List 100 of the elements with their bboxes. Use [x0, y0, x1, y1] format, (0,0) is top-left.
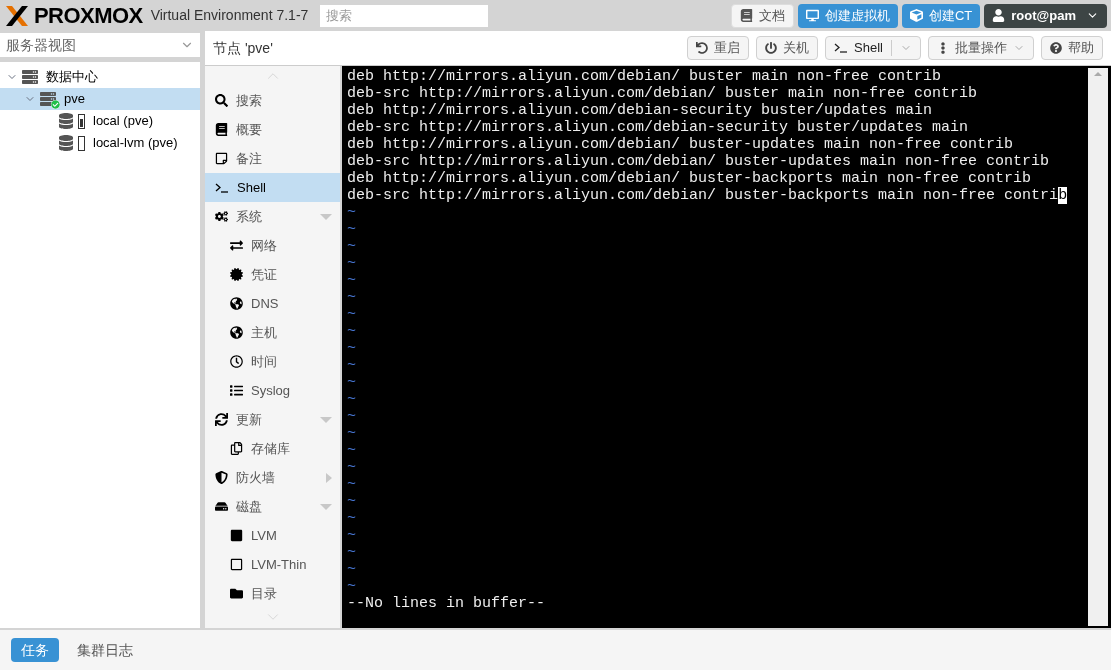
terminal-line: deb http://mirrors.aliyun.com/debian/ buster-backports main non-free contrib: [347, 170, 1032, 187]
tree-label: 数据中心: [46, 68, 98, 87]
copy-icon: [230, 442, 243, 455]
monitor-icon: [805, 9, 819, 22]
toolbar-button[interactable]: 帮助: [1041, 36, 1103, 60]
empty-line-marker: ~: [347, 306, 356, 323]
terminal-line: deb http://mirrors.aliyun.com/debian/ buster-updates main non-free contrib: [347, 136, 1014, 153]
user-menu-button[interactable]: root@pam: [984, 3, 1107, 28]
nav-item[interactable]: 系统: [205, 202, 340, 231]
user-icon: [992, 9, 1006, 22]
nav-item[interactable]: Syslog: [205, 376, 340, 405]
nav-item[interactable]: 时间: [205, 347, 340, 376]
tree-label: local-lvm (pve): [93, 134, 178, 153]
nav-item[interactable]: 备注: [205, 144, 340, 173]
empty-line-marker: ~: [347, 425, 356, 442]
empty-line-marker: ~: [347, 391, 356, 408]
certificate-icon: [230, 268, 243, 281]
drive-icon: [215, 500, 228, 513]
empty-line-marker: ~: [347, 408, 356, 425]
server-icon: [22, 69, 38, 85]
book-icon: [215, 123, 228, 136]
expand-arrow-icon[interactable]: [320, 503, 332, 510]
terminal-line: deb-src http://mirrors.aliyun.com/debian/ buster main non-free contrib: [347, 85, 978, 102]
database-icon: [58, 113, 74, 129]
terminal-icon: [215, 182, 229, 193]
terminal-line: deb-src http://mirrors.aliyun.com/debian-security buster/updates main: [347, 119, 969, 136]
tree-item[interactable]: local (pve): [0, 110, 200, 132]
nav-item[interactable]: 网络: [205, 231, 340, 260]
expand-arrow-icon[interactable]: [320, 416, 332, 423]
empty-line-marker: ~: [347, 255, 356, 272]
tree-label: pve: [64, 90, 85, 109]
empty-line-marker: ~: [347, 221, 356, 238]
tree-label: local (pve): [93, 112, 153, 131]
empty-line-marker: ~: [347, 561, 356, 578]
scrollbar[interactable]: [1088, 68, 1108, 626]
empty-line-marker: ~: [347, 289, 356, 306]
tree-item[interactable]: local-lvm (pve): [0, 132, 200, 154]
empty-line-marker: ~: [347, 323, 356, 340]
gears-icon: [215, 210, 228, 223]
nav-item[interactable]: 目录: [205, 579, 340, 608]
globe-icon: [230, 297, 243, 310]
tree-item[interactable]: 数据中心: [0, 66, 200, 88]
tree-item[interactable]: pve: [0, 88, 200, 110]
nav-item[interactable]: 更新: [205, 405, 340, 434]
nav-item[interactable]: LVM: [205, 521, 340, 550]
storage-bar-icon: [78, 113, 85, 129]
empty-line-marker: ~: [347, 374, 356, 391]
clock-icon: [230, 355, 243, 368]
empty-line-marker: ~: [347, 442, 356, 459]
toolbar-button[interactable]: Shell: [825, 36, 921, 60]
expand-arrow-icon[interactable]: [326, 472, 332, 483]
nav-item[interactable]: 主机: [205, 318, 340, 347]
power-icon: [765, 42, 778, 54]
panel-title: 节点 'pve': [213, 38, 274, 58]
product-version: Virtual Environment 7.1-7: [150, 6, 309, 25]
help-icon: [1050, 42, 1062, 54]
footer-tab[interactable]: 集群日志: [67, 638, 143, 662]
nav-item[interactable]: 防火墙: [205, 463, 340, 492]
book-icon: [739, 9, 753, 22]
database-icon: [58, 135, 74, 151]
logo-icon: [4, 3, 30, 28]
empty-line-marker: ~: [347, 544, 356, 561]
expand-arrow-icon[interactable]: [320, 213, 332, 220]
undo-icon: [696, 42, 709, 54]
toolbar-button[interactable]: 重启: [687, 36, 750, 60]
nav-item[interactable]: DNS: [205, 289, 340, 318]
terminal[interactable]: [342, 66, 1111, 628]
empty-line-marker: ~: [347, 272, 356, 289]
search-field[interactable]: 搜索: [320, 4, 489, 27]
terminal-status: --No lines in buffer--: [347, 595, 546, 612]
terminal-line: deb http://mirrors.aliyun.com/debian/ buster main non-free contrib: [347, 68, 942, 85]
refresh-icon: [215, 413, 228, 426]
view-select[interactable]: 服务器视图: [0, 33, 200, 57]
arrows-icon: [230, 239, 243, 252]
shield-icon: [215, 471, 228, 484]
empty-line-marker: ~: [347, 459, 356, 476]
nav-item[interactable]: 存储库: [205, 434, 340, 463]
nav-item[interactable]: 搜索: [205, 86, 340, 115]
nav-item[interactable]: 凭证: [205, 260, 340, 289]
terminal-line: deb-src http://mirrors.aliyun.com/debian/ buster-updates main non-free contrib: [347, 153, 1050, 170]
nav-item[interactable]: 概要: [205, 115, 340, 144]
nav-item[interactable]: 磁盘: [205, 492, 340, 521]
nav-item[interactable]: Shell: [205, 173, 340, 202]
search-icon: [215, 94, 228, 107]
empty-line-marker: ~: [347, 204, 356, 221]
note-icon: [215, 152, 228, 165]
empty-line-marker: ~: [347, 510, 356, 527]
terminal-icon: [834, 43, 849, 53]
empty-line-marker: ~: [347, 527, 356, 544]
empty-line-marker: ~: [347, 493, 356, 510]
square-outline-icon: [230, 558, 243, 571]
header-button[interactable]: 文档: [730, 3, 794, 28]
logo-text: PROXMOX: [34, 4, 143, 27]
list-icon: [230, 384, 243, 397]
cube-icon: [909, 9, 923, 22]
toolbar-button[interactable]: 批量操作: [928, 36, 1034, 60]
nav-item[interactable]: LVM-Thin: [205, 550, 340, 579]
storage-bar-icon: [78, 135, 85, 151]
empty-line-marker: ~: [347, 357, 356, 374]
toolbar-button[interactable]: 关机: [756, 36, 819, 60]
